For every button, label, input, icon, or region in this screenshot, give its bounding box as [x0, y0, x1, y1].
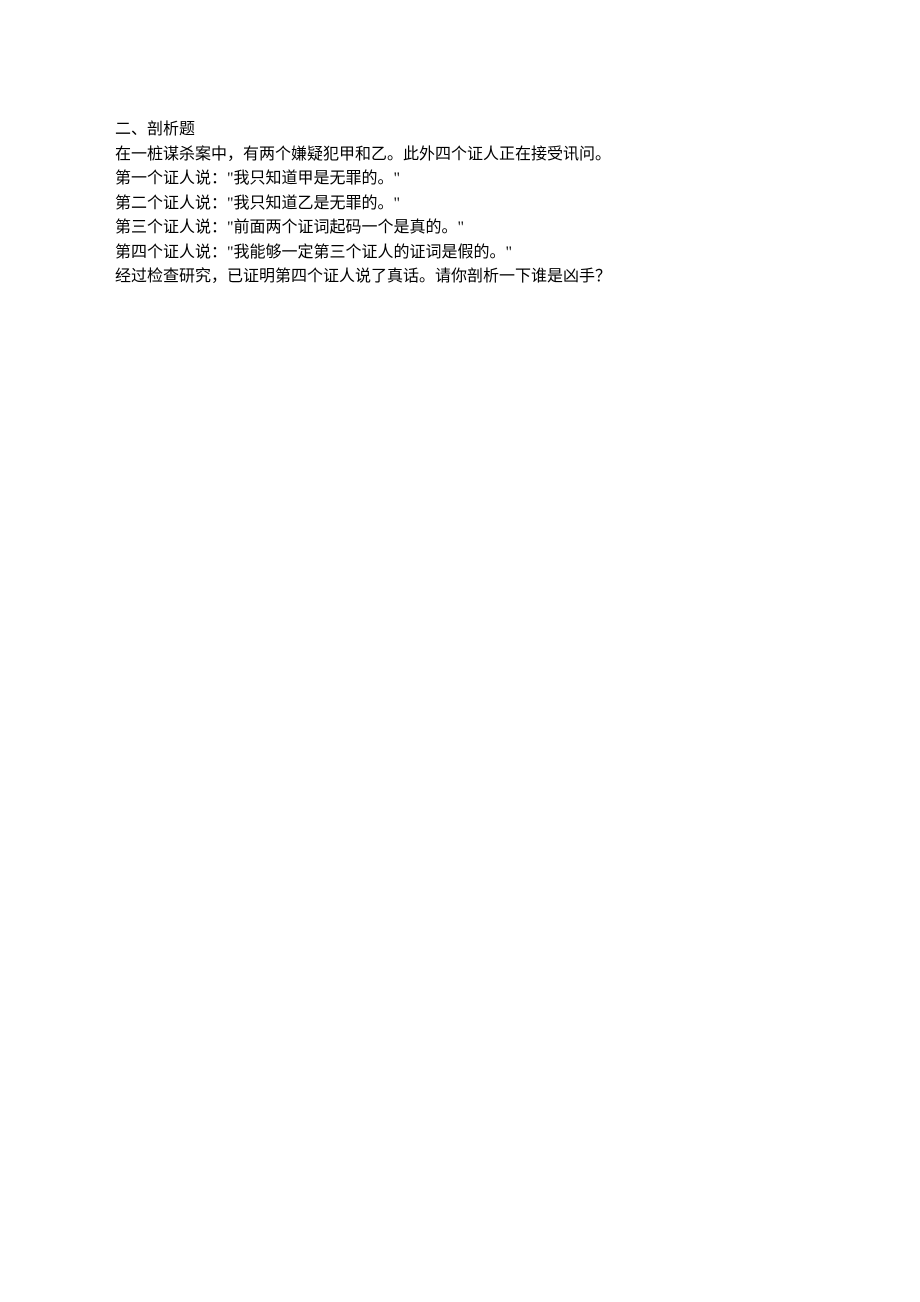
problem-intro: 在一桩谋杀案中，有两个嫌疑犯甲和乙。此外四个证人正在接受讯问。 [115, 143, 805, 168]
witness-1-statement: 第一个证人说："我只知道甲是无罪的。" [115, 167, 805, 192]
witness-4-statement: 第四个证人说："我能够一定第三个证人的证词是假的。" [115, 241, 805, 266]
witness-2-statement: 第二个证人说："我只知道乙是无罪的。" [115, 192, 805, 217]
section-heading: 二、剖析题 [115, 118, 805, 143]
document-page: 二、剖析题 在一桩谋杀案中，有两个嫌疑犯甲和乙。此外四个证人正在接受讯问。 第一… [0, 0, 920, 290]
problem-question: 经过检查研究，已证明第四个证人说了真话。请你剖析一下谁是凶手？ [115, 265, 805, 290]
witness-3-statement: 第三个证人说："前面两个证词起码一个是真的。" [115, 216, 805, 241]
